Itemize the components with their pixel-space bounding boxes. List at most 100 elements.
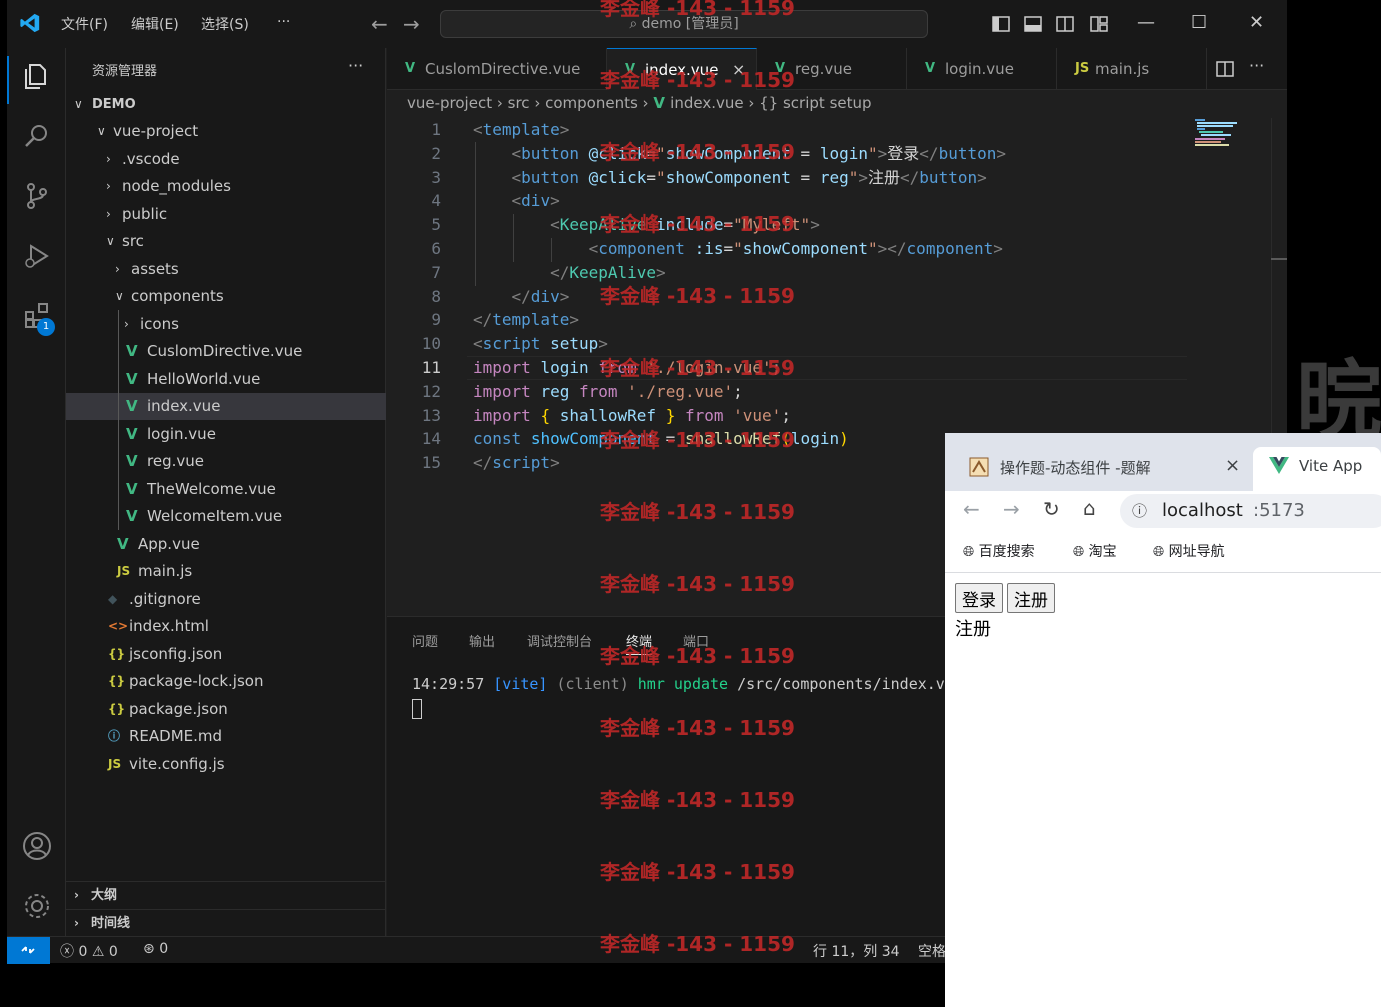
vue-file-icon: V bbox=[126, 424, 138, 443]
chevron-right-icon: › bbox=[115, 261, 120, 276]
accounts-icon[interactable] bbox=[21, 830, 53, 862]
terminal-output[interactable]: 14:29:57 [vite] (client) hmr update /src… bbox=[412, 675, 945, 693]
tree-item-label: WelcomeItem.vue bbox=[147, 507, 283, 525]
watermark-text: 李金峰 -143 - 1159 bbox=[600, 788, 795, 812]
tree-item[interactable]: {} package-lock.json bbox=[66, 668, 386, 695]
tree-item[interactable]: › public bbox=[66, 201, 386, 228]
bookmark-nav[interactable]: 🌐︎ 网址导航 bbox=[1153, 541, 1225, 561]
tree-item[interactable]: ∨ vue-project bbox=[66, 118, 386, 145]
source-control-icon[interactable] bbox=[21, 180, 53, 212]
chevron-right-icon: › bbox=[743, 94, 760, 112]
outline-section[interactable]: › 大纲 bbox=[66, 881, 386, 908]
editor-tab[interactable]: V CuslomDirective.vue bbox=[387, 48, 607, 90]
close-tab-icon[interactable]: × bbox=[1225, 455, 1240, 476]
close-icon[interactable]: ✕ bbox=[1249, 12, 1264, 33]
tree-item[interactable]: ⓘ README.md bbox=[66, 723, 386, 750]
tree-item-label: HelloWorld.vue bbox=[147, 369, 261, 388]
problems-status[interactable]: ⓧ 0 ⚠ 0 bbox=[60, 941, 118, 961]
remote-indicator[interactable] bbox=[7, 937, 50, 964]
breadcrumb-item[interactable]: components bbox=[545, 94, 638, 112]
tree-item[interactable]: › icons bbox=[66, 311, 386, 338]
back-arrow-icon[interactable]: ← bbox=[371, 12, 388, 36]
bookmark-taobao[interactable]: 🌐︎ 淘宝 bbox=[1073, 541, 1117, 561]
tree-item[interactable]: › assets bbox=[66, 256, 386, 283]
menu-edit[interactable]: 编辑(E) bbox=[131, 14, 179, 34]
indentation-status[interactable]: 空格 bbox=[918, 941, 946, 961]
explorer-icon[interactable] bbox=[21, 60, 53, 92]
breadcrumb-item[interactable]: {} script setup bbox=[759, 94, 871, 112]
tab-debug-console[interactable]: 调试控制台 bbox=[527, 631, 592, 650]
settings-gear-icon[interactable] bbox=[21, 890, 53, 922]
tree-item[interactable]: Vreg.vue bbox=[66, 448, 386, 475]
chevron-down-icon: ∨ bbox=[74, 97, 83, 111]
editor-tab[interactable]: JS main.js bbox=[1057, 48, 1207, 90]
back-arrow-icon[interactable]: ← bbox=[963, 497, 980, 521]
browser-tab-inactive[interactable]: 操作题-动态组件 -题解 × bbox=[955, 447, 1245, 491]
maximize-icon[interactable]: ☐ bbox=[1191, 12, 1207, 33]
json-file-icon: {} bbox=[108, 674, 126, 688]
scrollbar-cursor-marker bbox=[1271, 258, 1287, 260]
browser-tab-active[interactable]: Vite App bbox=[1253, 447, 1381, 491]
forward-arrow-icon[interactable]: → bbox=[403, 12, 420, 36]
tree-item[interactable]: ◆ .gitignore bbox=[66, 586, 386, 613]
tree-item[interactable]: Vlogin.vue bbox=[66, 421, 386, 448]
tree-item[interactable]: JS main.js bbox=[66, 558, 386, 585]
tree-item[interactable]: {} package.json bbox=[66, 696, 386, 723]
tree-item[interactable]: › node_modules bbox=[66, 173, 386, 200]
ports-status[interactable]: ⊛ 0 bbox=[143, 941, 168, 957]
chevron-down-icon: ∨ bbox=[115, 289, 124, 303]
editor-more-actions[interactable]: ··· bbox=[1249, 56, 1264, 75]
bookmark-baidu[interactable]: 🌐︎ 百度搜索 bbox=[963, 541, 1035, 561]
customize-layout-icon[interactable] bbox=[1089, 14, 1109, 34]
search-icon[interactable] bbox=[21, 120, 53, 152]
home-icon[interactable]: ⌂ bbox=[1083, 496, 1096, 520]
breadcrumb-item[interactable]: src bbox=[508, 94, 530, 112]
activity-bar: 1 bbox=[7, 48, 66, 936]
tab-problems[interactable]: 问题 bbox=[412, 631, 438, 650]
tree-item[interactable]: V HelloWorld.vue bbox=[66, 366, 386, 393]
tree-item[interactable]: Vindex.vue bbox=[66, 393, 386, 420]
breadcrumb-item[interactable]: index.vue bbox=[670, 94, 743, 112]
tree-item[interactable]: {} jsconfig.json bbox=[66, 641, 386, 668]
toggle-sidebar-icon[interactable] bbox=[991, 14, 1011, 34]
tree-item[interactable]: V App.vue bbox=[66, 531, 386, 558]
editor-tab[interactable]: Vlogin.vue bbox=[907, 48, 1057, 90]
tree-item-label: index.vue bbox=[147, 397, 221, 415]
tree-item[interactable]: V WelcomeItem.vue bbox=[66, 503, 386, 530]
editor-tab-label: main.js bbox=[1095, 60, 1150, 78]
tree-item[interactable]: › .vscode bbox=[66, 146, 386, 173]
vite-vue-icon bbox=[1269, 457, 1289, 474]
menu-selection[interactable]: 选择(S) bbox=[201, 14, 249, 34]
register-button[interactable]: 注册 bbox=[1007, 583, 1055, 613]
watermark-text: 李金峰 -143 - 1159 bbox=[600, 212, 795, 236]
split-editor-icon[interactable] bbox=[1215, 59, 1235, 79]
breadcrumb-item[interactable]: vue-project bbox=[407, 94, 492, 112]
timeline-section[interactable]: › 时间线 bbox=[66, 909, 386, 936]
tree-item[interactable]: ∨ src bbox=[66, 228, 386, 255]
explorer-more-actions[interactable]: ··· bbox=[348, 56, 363, 75]
toggle-panel-icon[interactable] bbox=[1023, 14, 1043, 34]
forward-arrow-icon[interactable]: → bbox=[1003, 497, 1020, 521]
cursor-position[interactable]: 行 11，列 34 bbox=[813, 941, 900, 961]
login-button[interactable]: 登录 bbox=[955, 583, 1003, 613]
tab-output[interactable]: 输出 bbox=[469, 631, 495, 650]
toggle-secondary-sidebar-icon[interactable] bbox=[1055, 14, 1075, 34]
tree-item-label: vue-project bbox=[113, 122, 199, 140]
menu-file[interactable]: 文件(F) bbox=[61, 14, 108, 34]
tree-item[interactable]: JS vite.config.js bbox=[66, 751, 386, 778]
reload-icon[interactable]: ↻ bbox=[1043, 497, 1060, 521]
address-bar[interactable]: ⓘ localhost:5173 bbox=[1120, 494, 1381, 528]
workspace-root[interactable]: ∨ DEMO bbox=[66, 91, 386, 118]
code-text: import reg from './reg.vue'; bbox=[473, 381, 743, 401]
tree-item[interactable]: <> index.html bbox=[66, 613, 386, 640]
tree-item[interactable]: V CuslomDirective.vue bbox=[66, 338, 386, 365]
minimap[interactable] bbox=[1193, 118, 1253, 148]
code-line: 7 </KeepAlive> bbox=[387, 261, 1287, 285]
code-text: <template> bbox=[473, 120, 570, 139]
run-debug-icon[interactable] bbox=[21, 240, 53, 272]
menu-more[interactable]: ··· bbox=[277, 14, 290, 30]
tree-item[interactable]: V TheWelcome.vue bbox=[66, 476, 386, 503]
tree-item[interactable]: ∨ components bbox=[66, 283, 386, 310]
site-info-icon[interactable]: ⓘ bbox=[1132, 494, 1147, 528]
minimize-icon[interactable]: — bbox=[1137, 12, 1155, 33]
